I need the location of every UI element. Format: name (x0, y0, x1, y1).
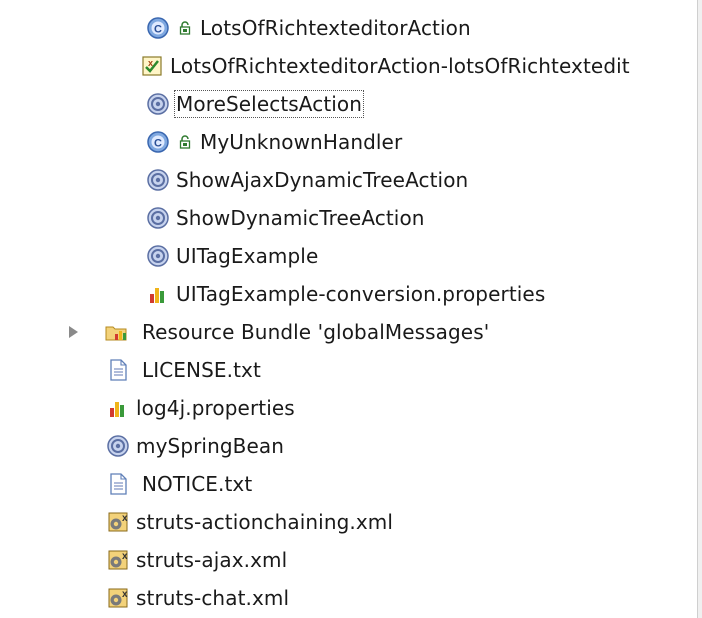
struts-xml-icon: x (106, 548, 130, 572)
tree-item-label: struts-ajax.xml (136, 548, 288, 572)
tree-item-struts-chat-xml[interactable]: x struts-chat.xml (0, 579, 697, 617)
tree-item-notice-txt[interactable]: NOTICE.txt (0, 465, 697, 503)
properties-icon (106, 396, 130, 420)
tree-item-label: LotsOfRichtexteditorAction-lotsOfRichtex… (170, 54, 630, 78)
tree-item-uitagexample-conversion-properties[interactable]: UITagExample-conversion.properties (0, 275, 697, 313)
tree-item-uitagexample[interactable]: UITagExample (0, 237, 697, 275)
tree-item-label: UITagExample-conversion.properties (176, 282, 546, 306)
tree-item-label: LICENSE.txt (142, 358, 261, 382)
properties-icon (146, 282, 170, 306)
spring-bean-icon (106, 434, 130, 458)
tree-item-showdynamictreeaction[interactable]: ShowDynamicTreeAction (0, 199, 697, 237)
tree-item-validation-xml[interactable]: x LotsOfRichtexteditorAction-lotsOfRicht… (0, 47, 697, 85)
tree-item-label: ShowDynamicTreeAction (176, 206, 425, 230)
tree-item-label: ShowAjaxDynamicTreeAction (176, 168, 469, 192)
tree-item-myspringbean[interactable]: mySpringBean (0, 427, 697, 465)
tree-item-label: NOTICE.txt (142, 472, 253, 496)
tree-item-log4j-properties[interactable]: log4j.properties (0, 389, 697, 427)
tree-item-label: MoreSelectsAction (173, 90, 365, 118)
svg-text:x: x (122, 513, 128, 524)
svg-text:x: x (122, 551, 128, 562)
text-file-icon (106, 358, 130, 382)
svg-text:C: C (154, 138, 162, 150)
resource-bundle-icon (104, 320, 128, 344)
svg-text:C: C (154, 24, 162, 36)
spring-bean-icon (146, 92, 170, 116)
tree-item-label: struts-chat.xml (136, 586, 290, 610)
class-icon: C (146, 16, 170, 40)
tree-item-lotsofrichtexteditoraction[interactable]: C LotsOfRichtexteditorAction (0, 9, 697, 47)
expand-arrow-icon[interactable] (66, 313, 80, 351)
tree-item-myunknownhandler[interactable]: C MyUnknownHandler (0, 123, 697, 161)
text-file-icon (106, 472, 130, 496)
spring-bean-icon (146, 206, 170, 230)
tree-item-showajaxdynamictreeaction[interactable]: ShowAjaxDynamicTreeAction (0, 161, 697, 199)
svg-text:x: x (148, 58, 153, 68)
tree-item-license-txt[interactable]: LICENSE.txt (0, 351, 697, 389)
struts-xml-icon: x (106, 586, 130, 610)
class-icon: C (146, 130, 170, 154)
tree-item-label: Resource Bundle 'globalMessages' (142, 320, 490, 344)
lock-icon (176, 133, 194, 151)
project-tree: C LotsOfRichtexteditorAction x LotsOfRic… (0, 0, 697, 618)
tree-item-label: UITagExample (176, 244, 319, 268)
tree-item-moreselectsaction[interactable]: MoreSelectsAction (0, 85, 697, 123)
validation-xml-icon: x (140, 54, 164, 78)
tree-item-label: struts-actionchaining.xml (136, 510, 394, 534)
svg-text:x: x (122, 589, 128, 600)
tree-item-label: log4j.properties (136, 396, 295, 420)
struts-xml-icon: x (106, 510, 130, 534)
project-tree-panel: C LotsOfRichtexteditorAction x LotsOfRic… (0, 0, 698, 618)
tree-item-label: mySpringBean (136, 434, 285, 458)
tree-item-label: MyUnknownHandler (200, 130, 403, 154)
spring-bean-icon (146, 168, 170, 192)
lock-icon (176, 19, 194, 37)
tree-item-label: LotsOfRichtexteditorAction (200, 16, 471, 40)
tree-item-struts-ajax-xml[interactable]: x struts-ajax.xml (0, 541, 697, 579)
tree-item-struts-actionchaining-xml[interactable]: x struts-actionchaining.xml (0, 503, 697, 541)
tree-item-resource-bundle-globalmessages[interactable]: Resource Bundle 'globalMessages' (0, 313, 697, 351)
spring-bean-icon (146, 244, 170, 268)
